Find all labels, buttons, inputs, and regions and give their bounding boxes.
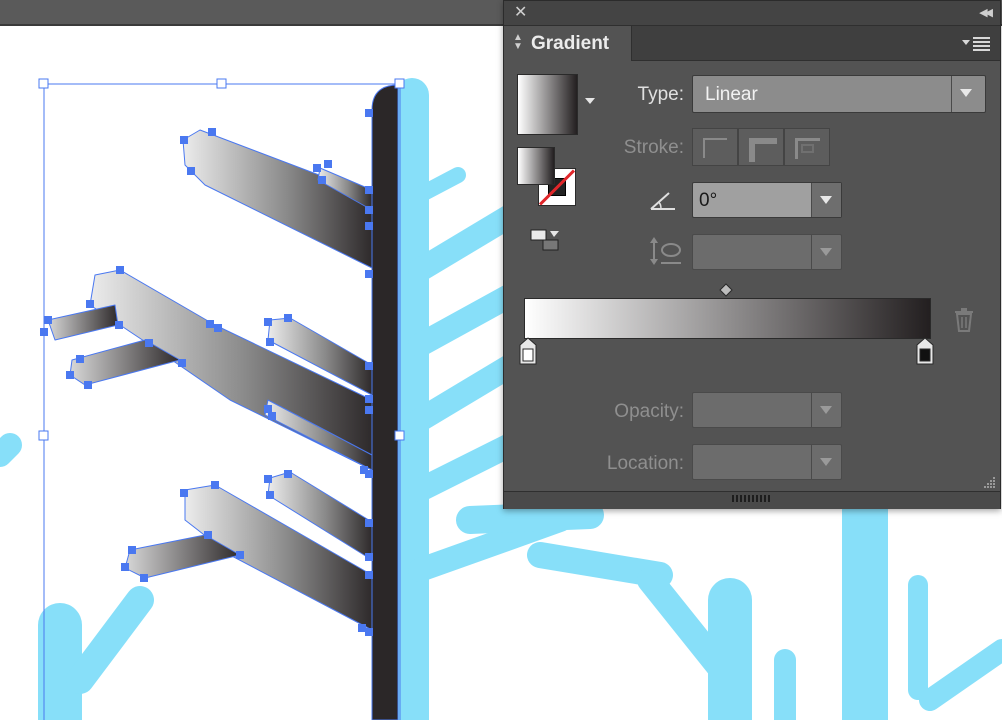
tab-gradient[interactable]: ▲ ▼ Gradient: [504, 26, 632, 61]
chevron-down-icon[interactable]: [811, 235, 841, 269]
aspect-ratio-icon: [650, 237, 681, 265]
gradient-preview-swatch[interactable]: [517, 74, 578, 135]
gradient-branches[interactable]: [47, 84, 399, 720]
resize-corner-icon[interactable]: [982, 475, 996, 489]
stroke-label: Stroke:: [623, 137, 684, 158]
stroke-gradient-options: [692, 128, 832, 166]
location-field[interactable]: [692, 444, 842, 480]
tab-gradient-label: Gradient: [531, 33, 610, 54]
trash-icon[interactable]: [952, 307, 976, 333]
gradient-midpoint-icon[interactable]: [719, 283, 733, 297]
tab-arrows-icon[interactable]: ▲ ▼: [513, 33, 523, 52]
opacity-field[interactable]: [692, 392, 842, 428]
panel-tab-row: ▲ ▼ Gradient: [504, 26, 1000, 61]
chevron-down-icon[interactable]: [811, 445, 841, 479]
chevron-down-icon[interactable]: [811, 393, 841, 427]
gradient-slider[interactable]: [524, 298, 931, 339]
type-dropdown[interactable]: Linear: [692, 75, 986, 113]
angle-field[interactable]: 0°: [692, 182, 842, 218]
aspect-ratio-field[interactable]: [692, 234, 842, 270]
panel-bottom-bar: [504, 491, 1000, 509]
stroke-across-button[interactable]: [784, 128, 830, 166]
chevron-down-icon[interactable]: [585, 98, 595, 104]
stroke-within-button[interactable]: [692, 128, 738, 166]
chevron-down-icon[interactable]: [951, 76, 985, 112]
fill-swatch[interactable]: [517, 147, 555, 185]
chevron-down-icon[interactable]: [811, 183, 841, 217]
opacity-label: Opacity:: [614, 401, 684, 422]
reverse-gradient-icon[interactable]: [530, 227, 564, 255]
gradient-panel: ✕ ◀◀ ▲ ▼ Gradient Type: Linear Stroke: 0…: [503, 0, 1001, 509]
angle-value: 0°: [699, 190, 718, 211]
gradient-stop-icon[interactable]: [518, 337, 538, 365]
type-dropdown-value: Linear: [705, 84, 758, 105]
location-label: Location:: [606, 453, 684, 474]
type-label: Type:: [637, 84, 684, 105]
angle-icon: [650, 192, 675, 210]
panel-resize-grip[interactable]: [732, 495, 772, 502]
collapse-icon[interactable]: ◀◀: [979, 4, 993, 22]
gradient-stop-icon[interactable]: [915, 337, 935, 365]
panel-title-bar[interactable]: ✕ ◀◀: [504, 1, 1000, 26]
close-icon[interactable]: ✕: [514, 3, 527, 23]
panel-menu-icon[interactable]: [962, 34, 992, 54]
stroke-along-button[interactable]: [738, 128, 784, 166]
